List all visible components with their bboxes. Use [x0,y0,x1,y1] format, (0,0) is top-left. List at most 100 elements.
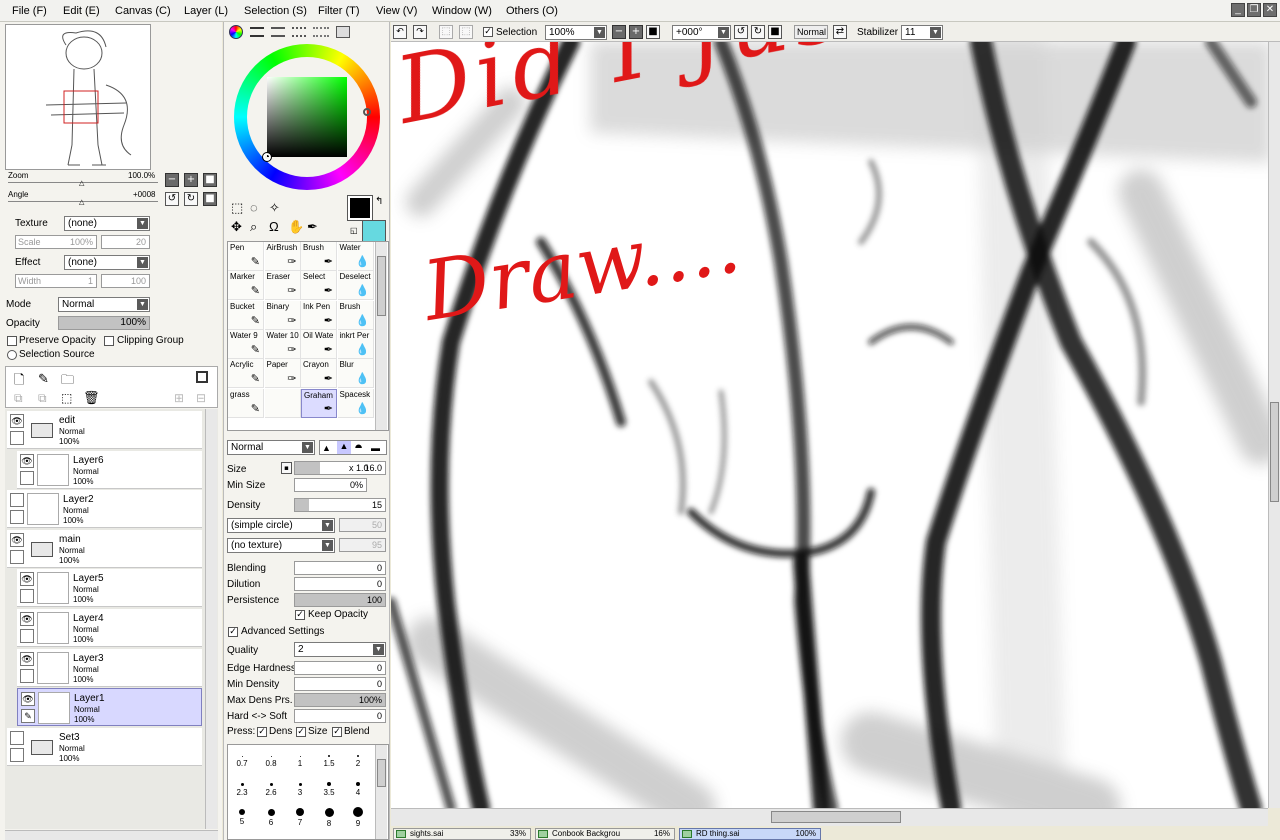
apply-mask-icon[interactable]: ⊟ [196,391,206,405]
eye-icon[interactable] [10,730,24,745]
brush-size-preset[interactable]: 8 [315,803,343,831]
min-size-field[interactable]: 0% [294,478,367,492]
menu-canvas[interactable]: Canvas (C) [115,5,171,17]
canvas-hscroll[interactable] [391,808,1268,826]
new-layer-icon[interactable]: 🗋 [14,371,24,393]
menu-edit[interactable]: Edit (E) [63,5,100,17]
lock-icon[interactable] [20,589,34,604]
brush-tool-graham[interactable]: Graham ✒ [301,388,337,418]
eye-icon[interactable]: 👁 [20,572,34,587]
sv-handle[interactable] [262,152,272,162]
lasso-icon[interactable]: ◌ [250,200,258,215]
brush-tool-grass[interactable]: grass ✎ [228,388,264,418]
restore-icon[interactable]: ❐ [1247,3,1261,17]
canvas-zoom-select[interactable]: 100% ▼ [545,25,607,40]
brush-size-preset[interactable]: 0.8 [257,747,285,775]
brush-texture-select[interactable]: (no texture) ▼ [227,538,335,553]
scratchpad-tab-icon[interactable] [336,26,350,38]
rotate-left-button[interactable]: ↺ [165,192,179,206]
brush-shape-triangle-icon[interactable]: ▲ [322,443,331,453]
brush-tool-inkrt-per[interactable]: inkrt Per 💧 [337,329,374,359]
effect-width-num[interactable]: 100 [101,274,150,288]
brush-grid-scrollbar[interactable] [375,242,387,430]
brush-tool-bucket[interactable]: Bucket ✎ [228,300,264,330]
brush-tool-water-9[interactable]: Water 9 ✎ [228,329,264,359]
brush-tool-eraser[interactable]: Eraser ✑ [264,271,301,301]
lock-icon[interactable] [10,747,24,762]
clipping-group-checkbox[interactable] [104,336,114,346]
layer-row[interactable]: Layer2 Normal 100% [7,490,202,529]
lock-icon[interactable] [20,668,34,683]
transfer-down-icon[interactable]: ⧉ [14,391,23,406]
brush-size-preset[interactable]: 3.5 [315,775,343,803]
document-tab-1[interactable]: sights.sai 33% [393,828,531,840]
eye-icon[interactable]: 👁 [20,612,34,626]
menu-view[interactable]: View (V) [376,5,417,17]
texture-select[interactable]: (none) ▼ [64,216,150,231]
layer-row[interactable]: 👁 edit Normal 100% [7,411,202,449]
brush-tool-oil-wate[interactable]: Oil Wate ✒ [301,329,337,359]
redo-icon[interactable]: ↷ [413,25,427,39]
document-tab-3[interactable]: RD thing.sai 100% [679,828,821,840]
lock-icon[interactable] [10,431,24,445]
canvas-zoom-in-button[interactable]: + [629,25,643,39]
rotate-reset-button[interactable]: ■ [203,192,217,206]
eye-icon[interactable]: 👁 [10,414,24,428]
zoom-out-button[interactable]: − [165,173,179,187]
persistence-field[interactable]: 100 [294,593,386,607]
brush-size-preset[interactable]: 3 [286,775,314,803]
clear-layer-icon[interactable]: ⬚ [61,391,72,405]
rgb-slider-tab-icon[interactable] [250,27,264,37]
brush-size-preset[interactable]: 0.7 [228,747,256,775]
zoom-reset-button[interactable]: ■ [203,173,217,187]
blending-field[interactable]: 0 [294,561,386,575]
advanced-settings-checkbox[interactable]: ✓ [228,627,238,637]
brush-shape-bell-icon[interactable]: ▲ [337,441,351,454]
magic-wand-icon[interactable]: ✧ [269,200,280,216]
zoom-in-button[interactable]: + [184,173,198,187]
menu-filter[interactable]: Filter (T) [318,5,360,17]
brush-tool-brush[interactable]: Brush 💧 [337,300,374,330]
layer-row[interactable]: 👁 main Normal 100% [7,529,202,568]
primary-color-swatch[interactable] [347,195,373,221]
density-field[interactable]: 15 [294,498,386,512]
canvas-rotate-right-button[interactable]: ↻ [751,25,765,39]
eyedropper-icon[interactable]: ✒ [307,219,318,235]
rect-select-icon[interactable]: ⬚ [231,200,243,216]
lock-icon[interactable] [10,549,24,564]
hard-soft-field[interactable]: 0 [294,709,386,723]
brush-size-preset[interactable]: 4 [344,775,372,803]
size-field[interactable]: x 1.016.0 [294,461,386,475]
navigator-preview[interactable] [5,24,151,170]
undo-icon[interactable]: ↶ [393,25,407,39]
minimize-icon[interactable]: _ [1231,3,1245,17]
brush-size-preset[interactable]: 9 [344,803,372,831]
brush-size-preset[interactable]: 7 [286,803,314,831]
lock-icon[interactable] [20,629,34,643]
brush-tool-ink-pen[interactable]: Ink Pen ✒ [301,300,337,330]
brush-size-scrollbar[interactable] [375,745,387,839]
opacity-field[interactable]: 100% [58,316,150,330]
swap-colors-icon[interactable]: ↰ [375,196,383,207]
brush-size-preset[interactable]: 1 [286,747,314,775]
brush-tool-brush[interactable]: Brush ✒ [301,242,337,271]
brush-tool-crayon[interactable]: Crayon ✒ [301,359,337,389]
brush-texture-value[interactable]: 95 [339,538,386,552]
menu-window[interactable]: Window (W) [432,5,492,17]
brush-size-preset[interactable]: 2 [344,747,372,775]
lock-icon[interactable] [10,510,24,525]
brush-tool-blur[interactable]: Blur 💧 [337,359,374,389]
brush-tool-water-10[interactable]: Water 10 ✑ [264,329,301,359]
blend-mode-select[interactable]: Normal ▼ [58,297,150,312]
texture-scale-num[interactable]: 20 [101,235,150,249]
document-tab-2[interactable]: Conbook Backgrou 16% [535,828,675,840]
eye-icon[interactable]: 👁 [20,453,34,468]
layer-list-hscroll[interactable] [5,830,218,840]
drawing-canvas[interactable]: Did I Just Draw.... [391,42,1268,808]
rotate-right-button[interactable]: ↻ [184,192,198,206]
canvas-hscroll-thumb[interactable] [771,811,901,823]
brush-size-preset[interactable]: 2.6 [257,775,285,803]
rotate-tool-icon[interactable]: Ω [269,219,279,234]
brush-tool-binary[interactable]: Binary ✑ [264,300,301,330]
layer-row[interactable]: 👁 Layer3 Normal 100% [17,648,202,687]
